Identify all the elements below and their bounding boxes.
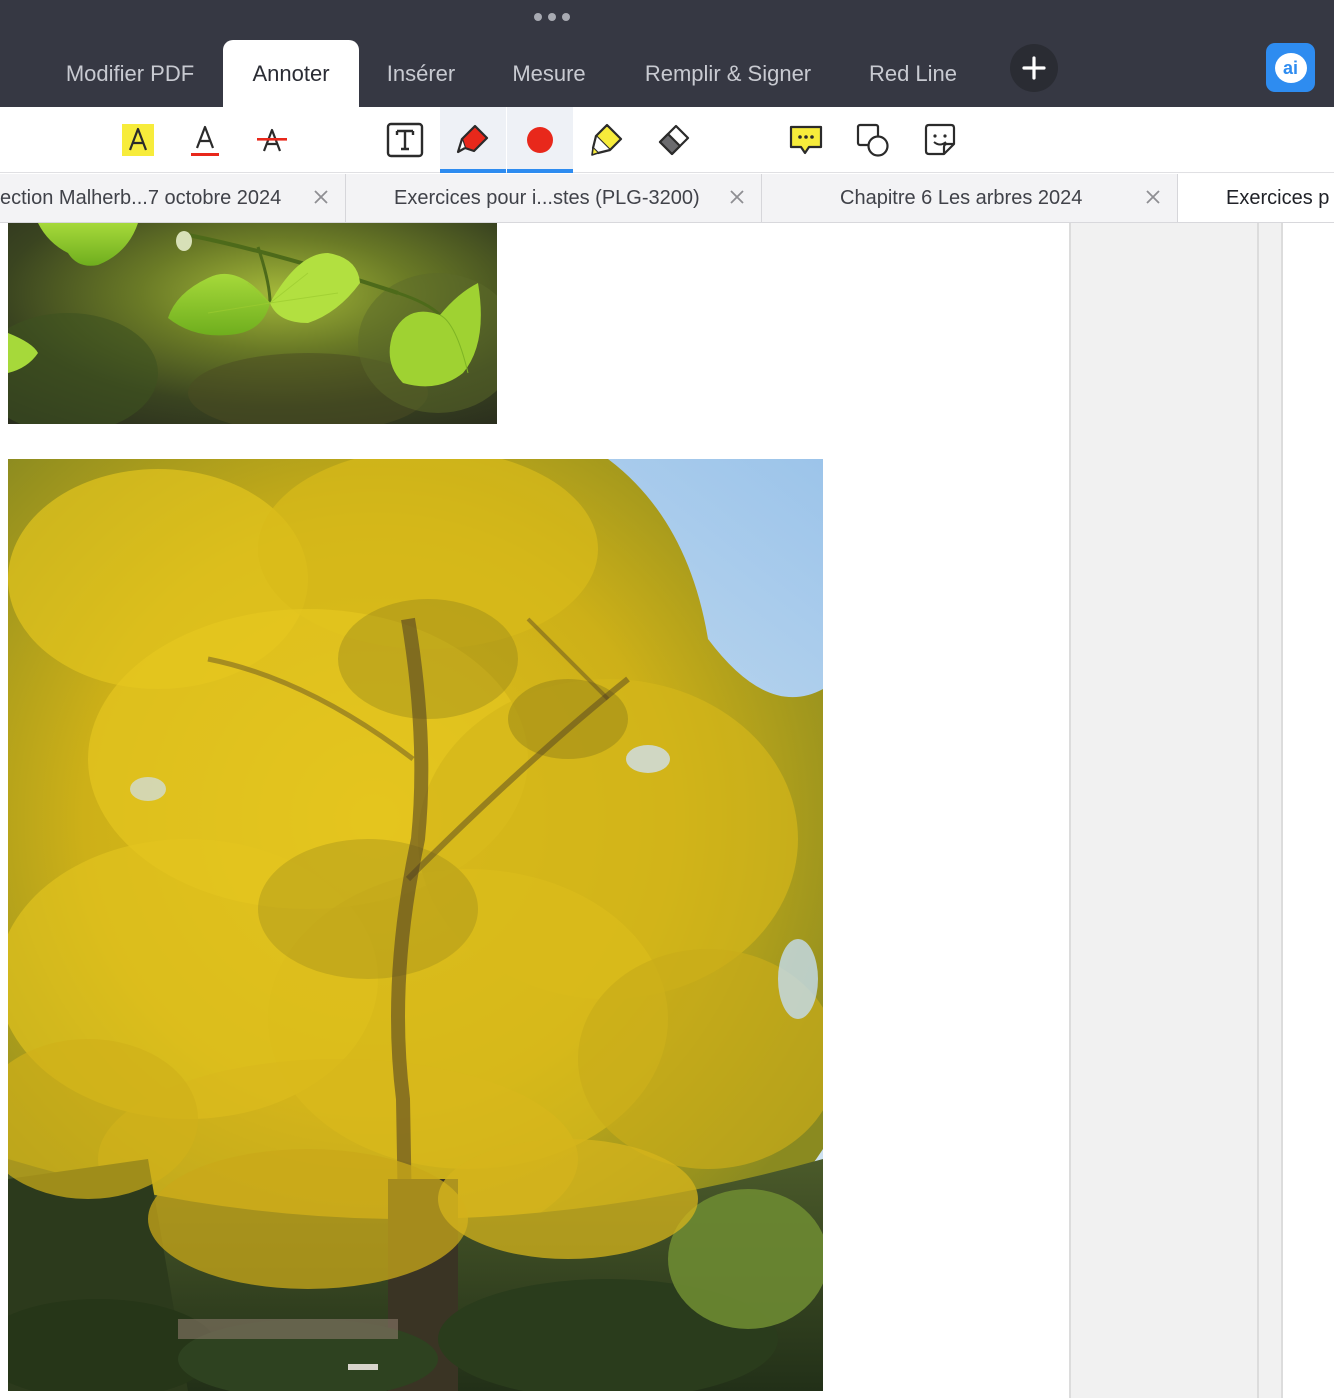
shapes-icon	[856, 123, 889, 157]
highlight-text-button[interactable]	[105, 107, 171, 173]
close-icon[interactable]	[726, 186, 748, 208]
doc-tab-3[interactable]: Chapitre 6 Les arbres 2024	[762, 174, 1178, 222]
ginkgo-leaves-image[interactable]	[8, 223, 497, 424]
close-icon[interactable]	[310, 186, 332, 208]
annotation-toolbar	[0, 107, 1334, 173]
tab-modifier-pdf[interactable]: Modifier PDF	[40, 40, 220, 107]
sticker-icon	[924, 123, 956, 156]
sticker-button[interactable]	[907, 107, 973, 173]
plus-icon	[1022, 56, 1046, 80]
highlighter-button[interactable]	[574, 107, 640, 173]
window-grabber-icon[interactable]	[534, 13, 570, 23]
ai-label: ai	[1274, 52, 1307, 83]
highlight-text-icon	[122, 124, 154, 156]
close-icon[interactable]	[1142, 186, 1164, 208]
tab-annoter[interactable]: Annoter	[223, 40, 359, 107]
strikethrough-text-icon	[257, 128, 287, 152]
strikethrough-text-button[interactable]	[239, 107, 305, 173]
top-bar: Modifier PDF Annoter Insérer Mesure Remp…	[0, 0, 1334, 107]
doc-tab-label: Chapitre 6 Les arbres 2024	[840, 187, 1083, 209]
pen-tool-button[interactable]	[440, 107, 506, 173]
tab-remplir-signer[interactable]: Remplir & Signer	[620, 40, 836, 107]
add-tab-button[interactable]	[1010, 44, 1058, 92]
ai-assistant-button[interactable]: ai	[1266, 43, 1315, 92]
document-tab-strip: ection Malherb...7 octobre 2024 Exercice…	[0, 174, 1334, 223]
doc-tab-4-active[interactable]: Exercices p	[1178, 174, 1334, 222]
eraser-button[interactable]	[640, 107, 706, 173]
color-swatch-icon	[527, 127, 553, 153]
text-box-icon	[386, 122, 424, 158]
divider	[1257, 223, 1259, 1398]
underline-text-button[interactable]	[172, 107, 238, 173]
tab-red-line[interactable]: Red Line	[848, 40, 978, 107]
doc-tab-1[interactable]: ection Malherb...7 octobre 2024	[0, 174, 346, 222]
text-box-button[interactable]	[372, 107, 438, 173]
doc-tab-label: ection Malherb...7 octobre 2024	[0, 187, 282, 209]
shapes-button[interactable]	[840, 107, 906, 173]
comment-icon	[789, 125, 823, 155]
page-thumbnail-panel[interactable]	[1069, 223, 1334, 1398]
eraser-icon	[658, 124, 690, 156]
adjacent-page-edge	[1283, 223, 1334, 1398]
doc-tab-label: Exercices pour i...stes (PLG-3200)	[394, 187, 700, 209]
doc-tab-label: Exercices p	[1226, 187, 1330, 209]
comment-button[interactable]	[773, 107, 839, 173]
underline-text-icon	[191, 125, 219, 156]
pen-color-button[interactable]	[507, 107, 573, 173]
ginkgo-tree-image[interactable]	[8, 459, 823, 1391]
highlighter-icon	[591, 123, 623, 156]
doc-tab-2[interactable]: Exercices pour i...stes (PLG-3200)	[346, 174, 762, 222]
tab-mesure[interactable]: Mesure	[490, 40, 608, 107]
pen-icon	[456, 124, 489, 154]
tab-inserer[interactable]: Insérer	[364, 40, 478, 107]
